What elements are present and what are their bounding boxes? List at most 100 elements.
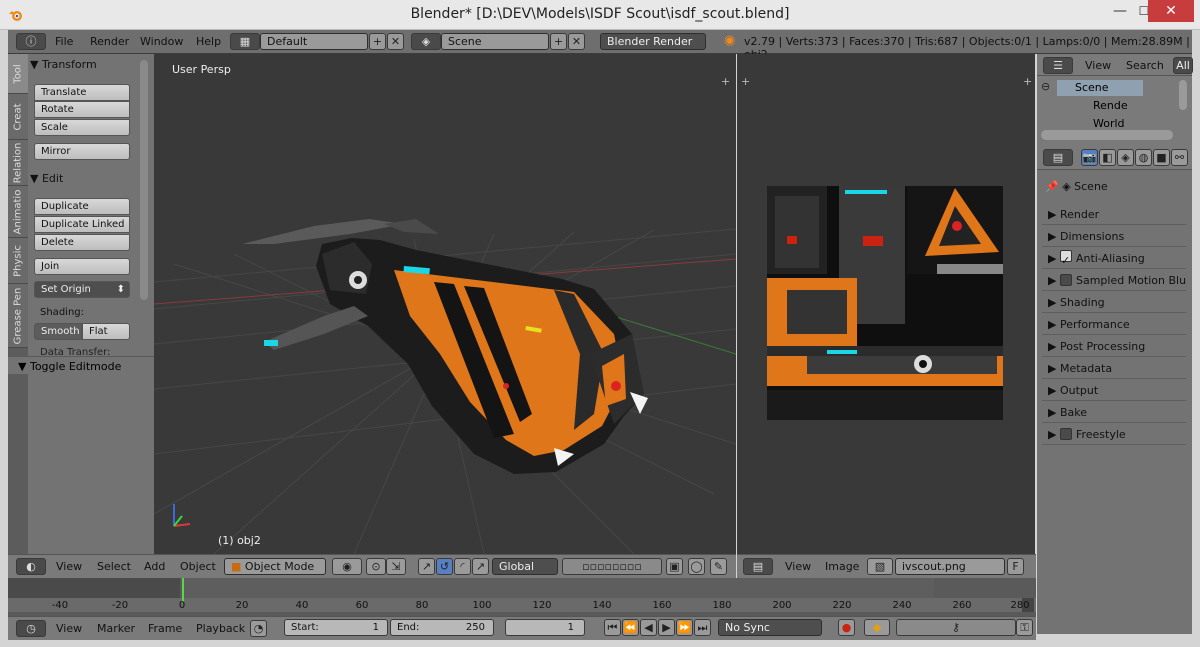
jump-end-icon[interactable]: ⏭ [694, 619, 711, 636]
set-origin-select[interactable]: Set Origin ⬍ [34, 281, 130, 298]
remove-scene-button[interactable]: ✕ [568, 33, 585, 50]
outliner-v-scrollbar[interactable] [1179, 80, 1187, 110]
panel-render[interactable]: ▶ Render [1042, 205, 1186, 225]
edit-panel-header[interactable]: ▼ Edit [30, 172, 152, 188]
panel-sampled-motion-blur[interactable]: ▶ Sampled Motion Blur [1042, 271, 1186, 291]
smooth-button[interactable]: Smooth [34, 323, 82, 340]
freestyle-checkbox[interactable] [1059, 428, 1072, 440]
play-icon[interactable]: ▶ [658, 619, 675, 636]
editor-type-outliner-icon[interactable]: ☰ [1043, 57, 1073, 74]
menu-file[interactable]: File [55, 35, 73, 48]
jump-prev-key-icon[interactable]: ⏪ [622, 619, 639, 636]
editor-type-image-icon[interactable]: ▤ [743, 558, 773, 575]
tab-relations[interactable]: Relation [8, 140, 28, 186]
toggle-editmode-header[interactable]: ▼ Toggle Editmode [8, 356, 154, 374]
editor-type-timeline-icon[interactable]: ◷ [16, 620, 46, 637]
pin-icon[interactable]: 📌 [1045, 180, 1059, 193]
menu-add[interactable]: Add [144, 560, 165, 573]
timeline[interactable] [8, 578, 1036, 616]
menu-object[interactable]: Object [180, 560, 216, 573]
constraints-icon[interactable]: ⚯ [1171, 149, 1188, 166]
add-layout-button[interactable]: + [369, 33, 386, 50]
insert-keyframe-icon[interactable]: ⚿ [1016, 619, 1033, 636]
start-frame-field[interactable]: Start: 1 [284, 619, 388, 636]
menu-window[interactable]: Window [140, 35, 183, 48]
lock-layer-icon[interactable]: ▣ [666, 558, 683, 575]
panel-shading[interactable]: ▶ Shading [1042, 293, 1186, 313]
outliner-menu-search[interactable]: Search [1126, 59, 1164, 72]
proportional-edit-icon[interactable]: ◯ [688, 558, 705, 575]
panel-anti-aliasing[interactable]: ▶ ✓ Anti-Aliasing [1042, 249, 1186, 269]
jump-start-icon[interactable]: ⏮ [604, 619, 621, 636]
menu-view[interactable]: View [56, 560, 82, 573]
image-editor-split-widget[interactable]: + [741, 75, 750, 88]
outliner-item-render[interactable]: Rende [1075, 98, 1128, 114]
viewport-shading-icon[interactable]: ◉ [332, 558, 362, 575]
collapse-icon[interactable]: ⊖ [1041, 80, 1050, 93]
screen-layout-icon[interactable]: ▦ [230, 33, 260, 50]
remove-layout-button[interactable]: ✕ [387, 33, 404, 50]
editor-type-3d-icon[interactable]: ◐ [16, 558, 46, 575]
end-frame-field[interactable]: End: 250 [390, 619, 494, 636]
menu-render[interactable]: Render [90, 35, 129, 48]
panel-bake[interactable]: ▶ Bake [1042, 403, 1186, 423]
layers-grid[interactable]: ▫▫▫▫▫▫▫▫ [562, 558, 662, 575]
scene-icon[interactable]: ◈ [411, 33, 441, 50]
preview-range-icon[interactable]: ◔ [250, 620, 267, 637]
image-menu-image[interactable]: Image [825, 560, 859, 573]
image-name-field[interactable]: ivscout.png [895, 558, 1005, 575]
duplicate-button[interactable]: Duplicate [34, 198, 130, 215]
timeline-menu-frame[interactable]: Frame [148, 622, 182, 635]
render-engine-select[interactable]: Blender Render [600, 33, 706, 50]
tab-grease-pencil[interactable]: Grease Pen [8, 284, 28, 348]
translate-button[interactable]: Translate [34, 84, 130, 101]
translate-manipulator-icon[interactable]: ↗ [418, 558, 435, 575]
rotate-manipulator-icon[interactable]: ↺ [436, 558, 453, 575]
viewport-split-widget[interactable]: + [721, 75, 730, 88]
screen-layout-field[interactable]: Default [260, 33, 368, 50]
delete-button[interactable]: Delete [34, 234, 130, 251]
scale-button[interactable]: Scale [34, 119, 130, 136]
scale-manipulator-icon[interactable]: ◜ [454, 558, 471, 575]
snap-icon[interactable]: ↗ [472, 558, 489, 575]
anti-aliasing-checkbox[interactable]: ✓ [1059, 250, 1072, 267]
outliner-h-scrollbar[interactable] [1041, 130, 1173, 140]
panel-metadata[interactable]: ▶ Metadata [1042, 359, 1186, 379]
scene-field[interactable]: Scene [441, 33, 549, 50]
render-layers-icon[interactable]: ◧ [1099, 149, 1116, 166]
object-mode-select[interactable]: ■ Object Mode [224, 558, 326, 575]
flat-button[interactable]: Flat [82, 323, 130, 340]
timeline-menu-marker[interactable]: Marker [97, 622, 135, 635]
jump-next-key-icon[interactable]: ⏩ [676, 619, 693, 636]
rotate-button[interactable]: Rotate [34, 101, 130, 118]
orientation-select[interactable]: Global [492, 558, 558, 575]
manipulator-icon[interactable]: ⇲ [386, 558, 406, 575]
menu-help[interactable]: Help [196, 35, 221, 48]
duplicate-linked-button[interactable]: Duplicate Linked [34, 216, 130, 233]
tab-physics[interactable]: Physic [8, 238, 28, 284]
sync-mode-select[interactable]: No Sync [718, 619, 822, 636]
scene-context-icon[interactable]: ◈ [1117, 149, 1134, 166]
keying-set-icon[interactable]: ◆ [864, 619, 890, 636]
panel-post-processing[interactable]: ▶ Post Processing [1042, 337, 1186, 357]
menu-select[interactable]: Select [97, 560, 131, 573]
join-button[interactable]: Join [34, 258, 130, 275]
timeline-menu-playback[interactable]: Playback [196, 622, 245, 635]
record-icon[interactable]: ● [838, 619, 855, 636]
outliner-menu-view[interactable]: View [1085, 59, 1111, 72]
outliner-item-scene[interactable]: Scene [1057, 80, 1143, 96]
object-context-icon[interactable]: ■ [1153, 149, 1170, 166]
image-menu-view[interactable]: View [785, 560, 811, 573]
pivot-point-icon[interactable]: ⊙ [366, 558, 386, 575]
panel-dimensions[interactable]: ▶ Dimensions [1042, 227, 1186, 247]
panel-output[interactable]: ▶ Output [1042, 381, 1186, 401]
play-reverse-icon[interactable]: ◀ [640, 619, 657, 636]
active-keying-set-field[interactable]: ⚷ [896, 619, 1016, 636]
add-scene-button[interactable]: + [550, 33, 567, 50]
render-context-icon[interactable]: 📷 [1081, 149, 1098, 166]
editor-type-properties-icon[interactable]: ▤ [1043, 149, 1073, 166]
timeline-menu-view[interactable]: View [56, 622, 82, 635]
mirror-button[interactable]: Mirror [34, 143, 130, 160]
panel-performance[interactable]: ▶ Performance [1042, 315, 1186, 335]
current-frame-field[interactable]: 1 [505, 619, 585, 636]
